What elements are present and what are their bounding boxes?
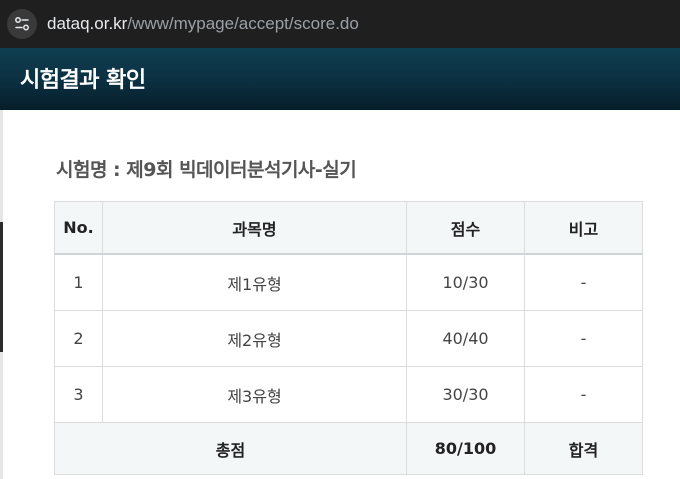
column-header-no: No. — [54, 201, 103, 255]
row-subject: 제1유형 — [102, 253, 407, 311]
column-header-subject: 과목명 — [102, 201, 407, 255]
left-edge-scrollbar — [0, 110, 3, 479]
column-header-note: 비고 — [524, 201, 643, 255]
page-header: 시험결과 확인 — [0, 48, 680, 110]
row-score: 10/30 — [406, 253, 525, 311]
pass-status: 합격 — [524, 422, 643, 475]
total-row: 총점 80/100 합격 — [54, 422, 643, 475]
row-no: 1 — [54, 253, 103, 311]
page-title: 시험결과 확인 — [20, 68, 146, 93]
row-note: - — [524, 366, 643, 423]
tune-icon — [15, 17, 29, 31]
row-score: 40/40 — [406, 310, 525, 367]
url-path: /www/mypage/accept/score.do — [127, 14, 359, 33]
exam-name: 시험명 : 제9회 빅데이터분석기사-실기 — [56, 159, 357, 181]
row-no: 3 — [54, 366, 103, 423]
left-edge-mark — [0, 222, 3, 352]
table-header-row: No. 과목명 점수 비고 — [54, 201, 643, 255]
row-note: - — [524, 253, 643, 311]
row-subject: 제2유형 — [102, 310, 407, 367]
url-host: dataq.or.kr — [47, 14, 128, 33]
table-row: 2 제2유형 40/40 - — [54, 310, 643, 367]
url-text[interactable]: dataq.or.kr/www/mypage/accept/score.do — [47, 13, 359, 35]
total-score: 80/100 — [406, 422, 525, 475]
row-note: - — [524, 310, 643, 367]
row-subject: 제3유형 — [102, 366, 407, 423]
row-no: 2 — [54, 310, 103, 367]
table-row: 3 제3유형 30/30 - — [54, 366, 643, 423]
score-table: No. 과목명 점수 비고 1 제1유형 10/30 - 2 제2유형 40/4… — [54, 201, 643, 475]
total-label: 총점 — [54, 422, 407, 475]
column-header-score: 점수 — [406, 201, 525, 255]
row-score: 30/30 — [406, 366, 525, 423]
site-info-button[interactable] — [7, 9, 37, 39]
browser-address-bar: dataq.or.kr/www/mypage/accept/score.do — [0, 0, 680, 48]
table-row: 1 제1유형 10/30 - — [54, 253, 643, 311]
